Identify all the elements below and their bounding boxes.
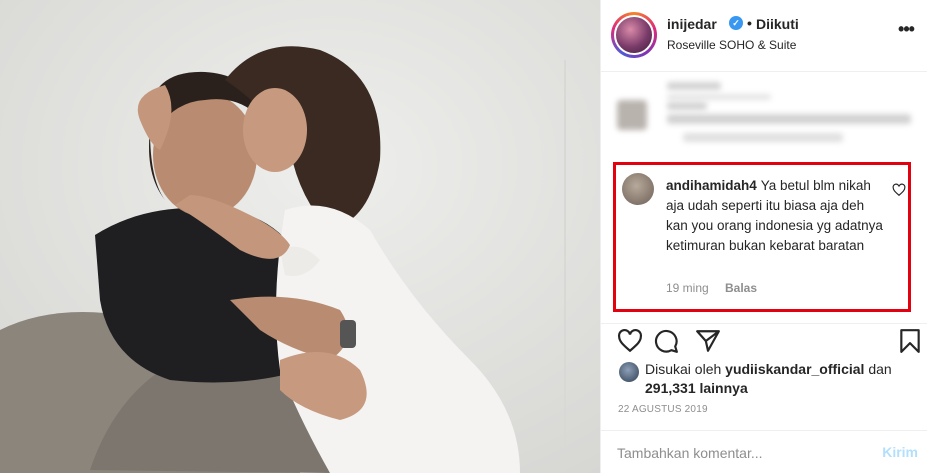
header-separator: • [747, 15, 752, 31]
blurred-comment-avatar [617, 100, 647, 130]
commenter-avatar[interactable] [622, 173, 654, 205]
post-actions-bar [601, 323, 927, 357]
instagram-post: inijedar ✓ • Diikuti Roseville SOHO & Su… [0, 0, 927, 473]
profile-avatar-ring[interactable] [611, 12, 657, 58]
bookmark-save-icon[interactable] [897, 328, 923, 354]
header-username[interactable]: inijedar [667, 16, 717, 32]
likes-count[interactable]: 291,331 lainnya [645, 380, 748, 396]
reply-button[interactable]: Balas [725, 281, 757, 295]
likes-prefix: Disukai oleh [645, 361, 722, 377]
post-date[interactable]: 22 AGUSTUS 2019 [618, 404, 708, 415]
blurred-comment-text [667, 102, 707, 110]
comment-input[interactable] [617, 443, 867, 463]
share-send-icon[interactable] [695, 328, 721, 354]
blurred-comment-text [667, 94, 771, 100]
blurred-comment-text [667, 114, 911, 124]
post-location[interactable]: Roseville SOHO & Suite [667, 38, 796, 52]
commenter-username[interactable]: andihamidah4 [666, 178, 757, 193]
more-options-icon[interactable]: ••• [896, 20, 916, 42]
likes-connector: dan [868, 361, 892, 377]
add-comment-bar: Kirim [601, 430, 927, 473]
blurred-comment-text [667, 82, 721, 90]
post-photo[interactable] [0, 0, 600, 473]
highlighted-comment: andihamidah4 Ya betul blm nikah aja udah … [613, 162, 911, 312]
liker-username[interactable]: yudiiskandar_official [725, 361, 864, 377]
liker-avatar[interactable] [619, 362, 639, 382]
profile-avatar[interactable] [614, 15, 654, 55]
follow-status[interactable]: Diikuti [756, 16, 799, 32]
post-comment-button[interactable]: Kirim [882, 444, 918, 460]
verified-badge-icon: ✓ [729, 16, 743, 30]
comment-body: andihamidah4 Ya betul blm nikah aja udah … [666, 176, 886, 256]
comment-like-heart-icon[interactable] [892, 183, 906, 197]
couple-photo-illustration [0, 0, 600, 473]
blurred-comment-text [683, 133, 843, 142]
post-header: inijedar ✓ • Diikuti Roseville SOHO & Su… [601, 0, 927, 72]
likes-summary: Disukai oleh yudiiskandar_official dan 2… [645, 360, 915, 398]
comment-bubble-icon[interactable] [653, 328, 679, 354]
post-side-panel: inijedar ✓ • Diikuti Roseville SOHO & Su… [600, 0, 927, 473]
comment-timestamp: 19 ming [666, 281, 709, 295]
like-heart-icon[interactable] [617, 328, 643, 354]
